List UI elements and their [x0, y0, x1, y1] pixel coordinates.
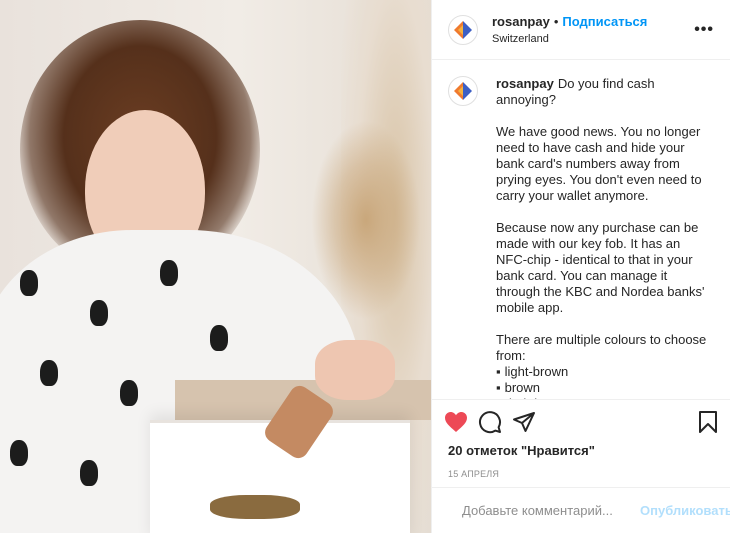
comment-icon [479, 410, 501, 433]
cat-print [80, 460, 98, 486]
cat-print [40, 360, 58, 386]
cat-print [210, 325, 228, 351]
comment-button[interactable] [478, 407, 512, 437]
avatar[interactable] [448, 14, 478, 45]
cat-print [90, 300, 108, 326]
more-options-icon[interactable]: ••• [694, 21, 714, 39]
instagram-post: rosanpay • Подписаться Switzerland ••• ros… [0, 0, 730, 533]
caption-paragraph: There are multiple colours to choose fro… [496, 332, 707, 363]
action-bar [432, 399, 730, 443]
save-button[interactable] [684, 407, 718, 437]
colour-list: light-brown brown dark-brown black [496, 364, 714, 399]
heart-icon [445, 411, 467, 432]
brand-logo-icon [454, 82, 472, 100]
caption-text: rosanpay Do you find cash annoying? We ha… [496, 76, 714, 399]
post-photo[interactable] [0, 0, 431, 533]
caption-paragraph: We have good news. You no longer need to… [496, 124, 702, 203]
list-item: brown [496, 380, 714, 396]
share-icon [513, 411, 535, 432]
cat-print [10, 440, 28, 466]
comment-box: Опубликовать [432, 487, 730, 533]
cat-print [160, 260, 178, 286]
separator-dot: • [553, 14, 559, 29]
brand-logo-icon [454, 20, 472, 39]
list-item: light-brown [496, 364, 714, 380]
comment-input[interactable] [460, 502, 640, 519]
caption-paragraph: Because now any purchase can be made wit… [496, 220, 705, 315]
post-header: rosanpay • Подписаться Switzerland ••• [432, 0, 730, 60]
username-link[interactable]: rosanpay [492, 14, 550, 29]
post-date[interactable]: 15 АПРЕЛЯ [432, 469, 730, 487]
cat-print [20, 270, 38, 296]
header-text: rosanpay • Подписаться Switzerland [492, 14, 694, 45]
location-link[interactable]: Switzerland [492, 33, 694, 45]
like-button[interactable] [444, 407, 478, 437]
post-sidebar: rosanpay • Подписаться Switzerland ••• ros… [431, 0, 730, 533]
hand [315, 340, 395, 400]
caption-area: rosanpay Do you find cash annoying? We ha… [432, 60, 730, 399]
caption-username[interactable]: rosanpay [496, 76, 554, 91]
likes-count[interactable]: 20 отметок "Нравится" [432, 443, 730, 461]
follow-button[interactable]: Подписаться [562, 14, 647, 29]
bookmark-icon [699, 410, 717, 433]
share-button[interactable] [512, 407, 546, 437]
publish-button[interactable]: Опубликовать [640, 503, 730, 518]
cat-print [120, 380, 138, 406]
drawer-handle [210, 495, 300, 519]
caption-avatar[interactable] [448, 76, 478, 106]
header-row: rosanpay • Подписаться [492, 14, 694, 29]
